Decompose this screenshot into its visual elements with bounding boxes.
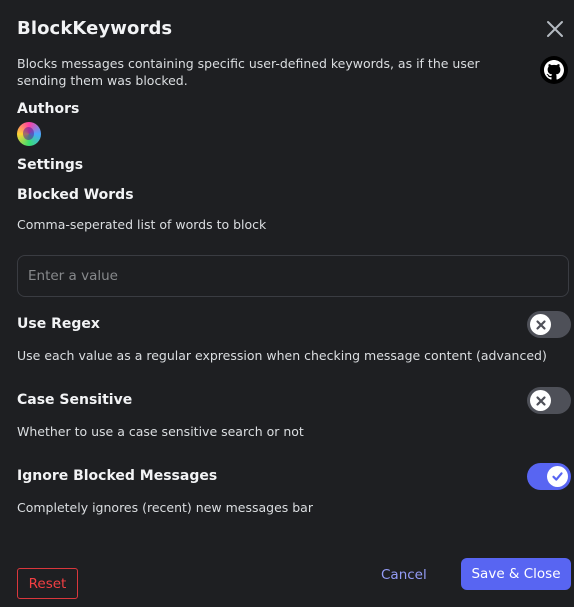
- close-icon[interactable]: [543, 17, 567, 41]
- case-sensitive-description: Whether to use a case sensitive search o…: [17, 424, 304, 439]
- github-link[interactable]: [540, 56, 568, 84]
- blocked-words-description: Comma-seperated list of words to block: [17, 217, 267, 232]
- modal-title: BlockKeywords: [17, 18, 173, 39]
- toggle-knob: [530, 390, 551, 411]
- check-icon: [552, 472, 563, 481]
- use-regex-toggle[interactable]: [527, 311, 571, 338]
- blocked-words-field[interactable]: [17, 255, 569, 297]
- ignore-blocked-messages-toggle[interactable]: [527, 463, 571, 490]
- case-sensitive-label: Case Sensitive: [17, 392, 133, 408]
- settings-heading: Settings: [17, 157, 84, 173]
- ignore-blocked-messages-description: Completely ignores (recent) new messages…: [17, 500, 313, 515]
- authors-heading: Authors: [17, 101, 80, 117]
- x-icon: [535, 395, 546, 406]
- cancel-button[interactable]: Cancel: [381, 566, 427, 584]
- plugin-description: Blocks messages containing specific user…: [17, 56, 480, 88]
- github-icon[interactable]: [544, 60, 564, 80]
- toggle-knob: [530, 314, 551, 335]
- use-regex-label: Use Regex: [17, 316, 100, 332]
- ignore-blocked-messages-label: Ignore Blocked Messages: [17, 468, 218, 484]
- x-icon: [535, 319, 546, 330]
- author-avatar[interactable]: [17, 122, 41, 146]
- blocked-words-input[interactable]: [18, 256, 568, 296]
- save-and-close-button[interactable]: Save & Close: [461, 558, 571, 590]
- reset-button[interactable]: Reset: [17, 568, 78, 599]
- close-button[interactable]: [543, 17, 567, 41]
- plugin-settings-modal: BlockKeywords Blocks messages containing…: [0, 0, 574, 607]
- blocked-words-label: Blocked Words: [17, 187, 134, 203]
- case-sensitive-toggle[interactable]: [527, 387, 571, 414]
- use-regex-description: Use each value as a regular expression w…: [17, 348, 547, 363]
- toggle-knob: [547, 466, 568, 487]
